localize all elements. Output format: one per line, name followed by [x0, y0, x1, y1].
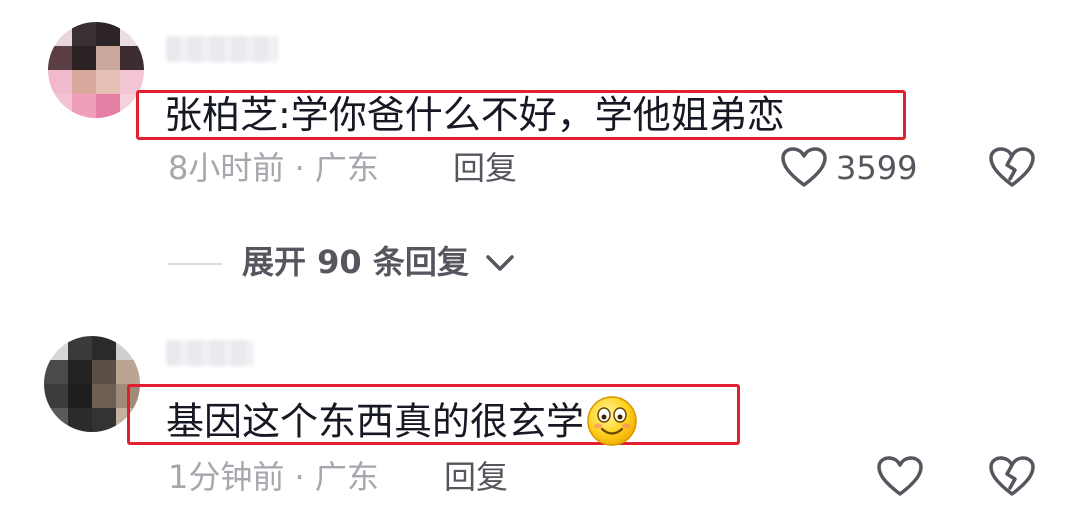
smile-emoji-icon [586, 395, 638, 453]
expand-replies-label[interactable]: 展开 90 条回复 [242, 246, 469, 278]
comment-location: 广东 [314, 458, 379, 496]
comment-meta: 1分钟前 · 广东 [168, 461, 379, 493]
heart-outline-icon[interactable] [780, 146, 828, 192]
comment-time: 8小时前 [168, 149, 285, 187]
like-count: 3599 [836, 149, 918, 187]
username-blurred[interactable] [166, 340, 254, 366]
reply-button[interactable]: 回复 [444, 461, 508, 493]
expand-divider [168, 263, 222, 265]
comment-text: 张柏芝:学你爸什么不好，学他姐弟恋 [164, 93, 785, 137]
meta-separator: · [294, 458, 305, 496]
broken-heart-icon[interactable] [988, 455, 1036, 501]
comment-text: 基因这个东西真的很玄学 [166, 395, 638, 453]
comment-time: 1分钟前 [168, 458, 285, 496]
chevron-down-icon[interactable] [484, 252, 516, 278]
reply-button[interactable]: 回复 [453, 152, 517, 184]
comment-location: 广东 [314, 149, 379, 187]
comment-text-content: 基因这个东西真的很玄学 [166, 399, 585, 444]
broken-heart-icon[interactable] [988, 146, 1036, 192]
avatar[interactable] [48, 22, 144, 118]
avatar[interactable] [44, 336, 140, 432]
heart-outline-icon[interactable] [876, 455, 924, 501]
comment-meta: 8小时前 · 广东 [168, 152, 379, 184]
username-blurred[interactable] [166, 36, 278, 62]
meta-separator: · [294, 149, 305, 187]
